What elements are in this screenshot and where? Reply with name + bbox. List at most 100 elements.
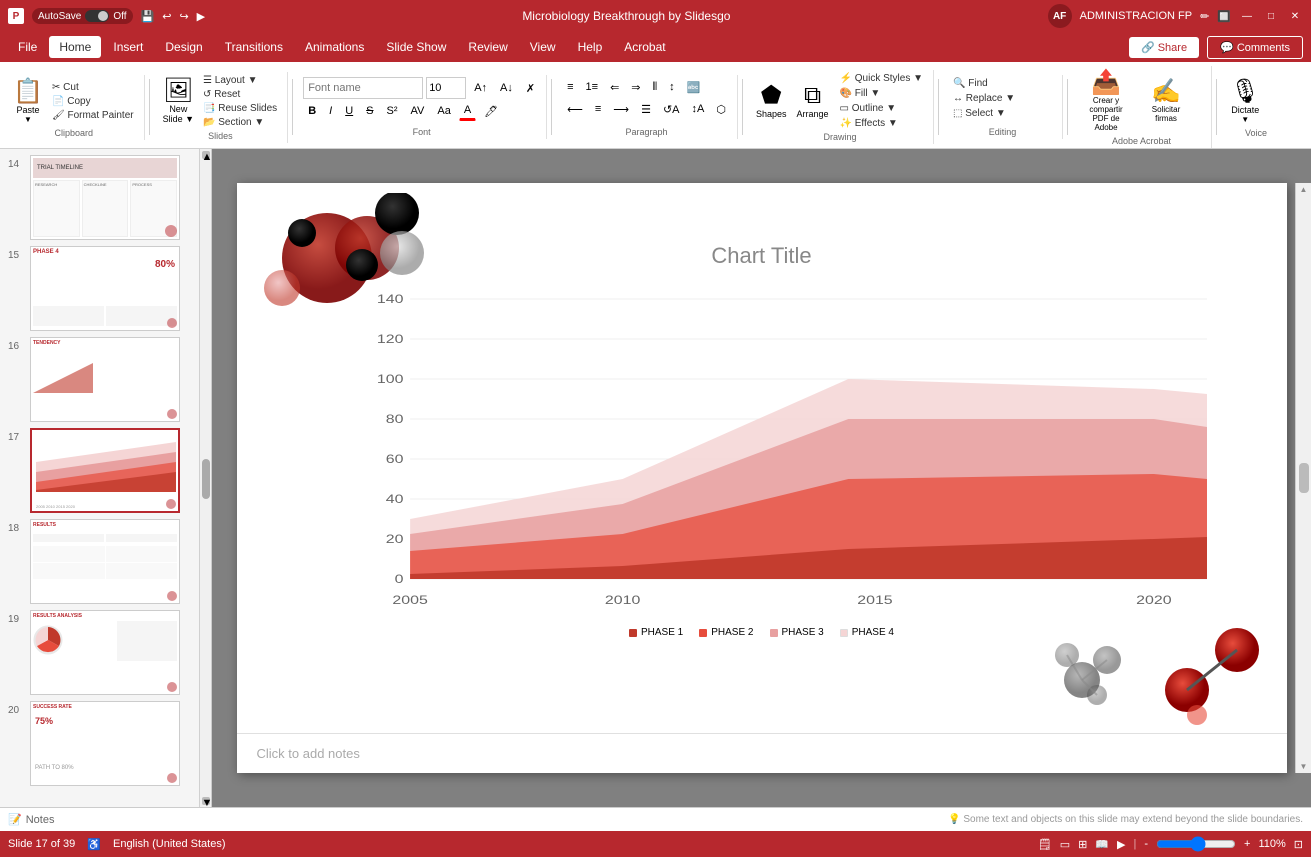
slide-thumb-16[interactable]: 16 TENDENCY (8, 337, 191, 422)
menu-item-acrobat[interactable]: Acrobat (614, 36, 675, 58)
present-icon[interactable]: ▶ (197, 10, 205, 23)
font-decrease-btn[interactable]: A↓ (495, 78, 518, 98)
shape-fill-btn[interactable]: 🎨 Fill ▼ (836, 87, 927, 100)
notes-placeholder-area[interactable]: Click to add notes (237, 733, 1287, 773)
minimize-btn[interactable]: — (1239, 8, 1255, 24)
slide-thumb-14[interactable]: 14 TRIAL TIMELINE RESEARCH CHECKLINE PRO… (8, 155, 191, 240)
zoom-out-btn[interactable]: - (1144, 838, 1148, 850)
menu-item-animations[interactable]: Animations (295, 36, 374, 58)
text-dir-btn[interactable]: ↺A (658, 99, 685, 119)
shapes-button[interactable]: ⬟ Shapes (753, 81, 790, 121)
slide-img-15[interactable]: PHASE 4 80% (30, 246, 180, 331)
user-avatar[interactable]: AF (1048, 4, 1072, 28)
fit-slide-btn[interactable]: ⊡ (1294, 838, 1303, 851)
dictate-button[interactable]: 🎙 Dictate ▼ (1227, 77, 1263, 126)
menu-item-file[interactable]: File (8, 36, 47, 58)
col-count-btn[interactable]: ⫴ (648, 77, 663, 97)
italic-btn[interactable]: I (324, 101, 337, 121)
highlight-btn[interactable]: 🖊 (479, 101, 503, 121)
format-painter-button[interactable]: 🖌 Format Painter (48, 109, 138, 122)
layout-button[interactable]: ☰ Layout ▼ (199, 74, 281, 87)
shape-outline-btn[interactable]: ▭ Outline ▼ (836, 102, 927, 115)
view-reading-btn[interactable]: 📖 (1095, 838, 1109, 851)
menu-item-review[interactable]: Review (458, 36, 517, 58)
autosave-toggle-switch[interactable] (85, 10, 109, 22)
slide-img-19[interactable]: RESULTS ANALYSIS (30, 610, 180, 695)
cut-button[interactable]: ✂ Cut (48, 81, 138, 94)
line-spacing-btn[interactable]: ↕ (664, 77, 680, 97)
align-right-btn[interactable]: ⟶ (608, 99, 634, 119)
copy-button[interactable]: 📄 Copy (48, 95, 138, 108)
zoom-slider[interactable] (1156, 836, 1236, 852)
language[interactable]: English (United States) (113, 838, 226, 850)
text-shadow-btn[interactable]: S² (382, 101, 403, 121)
autosave-toggle[interactable]: AutoSave Off (32, 8, 133, 24)
slide-thumb-18[interactable]: 18 RESULTS (8, 519, 191, 604)
zoom-in-btn[interactable]: + (1244, 838, 1250, 850)
slide-thumb-20[interactable]: 20 SUCCESS RATE 75% PATH TO 80% (8, 701, 191, 786)
align-center-btn[interactable]: ≡ (590, 99, 606, 119)
zoom-level[interactable]: 110% (1258, 838, 1285, 850)
underline-btn[interactable]: U (340, 101, 358, 121)
convert-to-smartart-btn[interactable]: ⬡ (711, 99, 731, 119)
slide-thumb-15[interactable]: 15 PHASE 4 80% (8, 246, 191, 331)
accessibility-icon[interactable]: ♿ (87, 838, 101, 851)
clear-format-btn[interactable]: ✗ (521, 78, 540, 98)
slide-thumb-19[interactable]: 19 RESULTS ANALYSIS (8, 610, 191, 695)
select-button[interactable]: ⬚ Select ▼ (949, 107, 1019, 120)
reset-button[interactable]: ↺ Reset (199, 88, 281, 101)
save-icon[interactable]: 💾 (141, 10, 155, 23)
strikethrough-btn[interactable]: S (361, 101, 378, 121)
font-size-input[interactable] (426, 77, 466, 99)
menu-item-insert[interactable]: Insert (103, 36, 153, 58)
menu-item-slideshow[interactable]: Slide Show (376, 36, 456, 58)
comments-button[interactable]: 💬 Comments (1207, 36, 1303, 59)
numbering-btn[interactable]: 1≡ (581, 77, 604, 97)
slide-panel-scrollbar[interactable]: ▲ ▼ (200, 149, 212, 807)
pen-icon[interactable]: ✏ (1200, 10, 1209, 23)
justify-btn[interactable]: ☰ (636, 99, 656, 119)
char-spacing-btn[interactable]: AV (406, 101, 430, 121)
reuse-slides-button[interactable]: 📑 Reuse Slides (199, 102, 281, 115)
view-slideshow-btn[interactable]: ▶ (1117, 838, 1125, 851)
slide-img-14[interactable]: TRIAL TIMELINE RESEARCH CHECKLINE PROCES… (30, 155, 180, 240)
align-left-btn[interactable]: ⟵ (562, 99, 588, 119)
smart-art-btn[interactable]: 🔤 (682, 77, 706, 97)
arrange-button[interactable]: ⧉ Arrange (794, 81, 832, 121)
restore-icon[interactable]: 🔲 (1217, 10, 1231, 23)
bullets-btn[interactable]: ≡ (562, 77, 578, 97)
shape-effects-btn[interactable]: ✨ Effects ▼ (836, 117, 927, 130)
quick-styles-button[interactable]: ⚡ Quick Styles ▼ (836, 72, 927, 85)
redo-icon[interactable]: ↪ (179, 10, 188, 23)
bold-btn[interactable]: B (303, 101, 321, 121)
share-button[interactable]: 🔗 Share (1129, 37, 1199, 58)
section-button[interactable]: 📂 Section ▼ (199, 116, 281, 129)
paste-button[interactable]: 📋 Paste ▼ (10, 77, 46, 126)
maximize-btn[interactable]: □ (1263, 8, 1279, 24)
decrease-indent-btn[interactable]: ⇐ (605, 77, 624, 97)
menu-item-view[interactable]: View (520, 36, 566, 58)
notes-status-btn[interactable]: 🗒 (1038, 838, 1052, 851)
request-sign-button[interactable]: ✍ Solicitar firmas (1138, 77, 1194, 125)
slide-img-17[interactable]: 2005 2010 2015 2020 (30, 428, 180, 513)
slide-img-20[interactable]: SUCCESS RATE 75% PATH TO 80% (30, 701, 180, 786)
align-text-btn[interactable]: ↕A (687, 99, 710, 119)
slide-img-16[interactable]: TENDENCY (30, 337, 180, 422)
font-increase-btn[interactable]: A↑ (469, 78, 492, 98)
create-pdf-button[interactable]: 📤 Crear y compartir PDF de Adobe (1078, 68, 1134, 134)
menu-item-help[interactable]: Help (568, 36, 613, 58)
slide-img-18[interactable]: RESULTS (30, 519, 180, 604)
canvas-scrollbar[interactable]: ▲ ▼ (1295, 183, 1311, 773)
change-case-btn[interactable]: Aa (432, 101, 455, 121)
find-button[interactable]: 🔍 Find (949, 77, 1019, 90)
font-family-input[interactable] (303, 77, 423, 99)
replace-button[interactable]: ↔ Replace ▼ (949, 92, 1019, 105)
menu-item-transitions[interactable]: Transitions (215, 36, 293, 58)
slide-thumb-17[interactable]: 17 2005 2010 2015 2020 (8, 428, 191, 513)
notes-placeholder-text[interactable]: Click to add notes (257, 746, 360, 761)
menu-item-design[interactable]: Design (155, 36, 212, 58)
menu-item-home[interactable]: Home (49, 36, 101, 58)
increase-indent-btn[interactable]: ⇒ (626, 77, 645, 97)
new-slide-button[interactable]: 🖼 New Slide ▼ (160, 76, 197, 126)
close-btn[interactable]: ✕ (1287, 8, 1303, 24)
